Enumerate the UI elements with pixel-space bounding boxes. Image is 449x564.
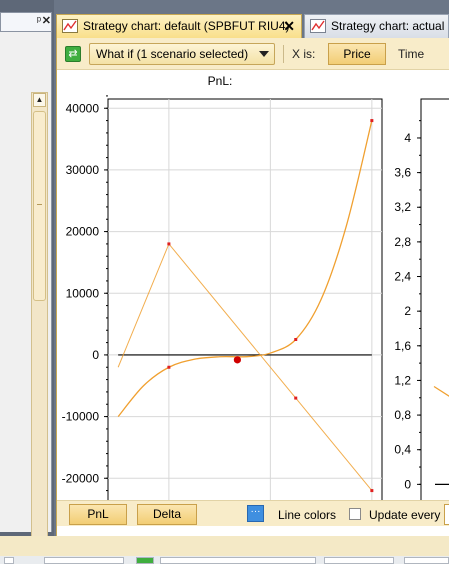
- tab-strategy-chart-actual[interactable]: Strategy chart: actual (S: [304, 14, 449, 38]
- chart-toolbar: ⇄ What if (1 scenario selected) X is: Pr…: [57, 38, 449, 70]
- y-tick-label: 20000: [66, 225, 100, 239]
- delta-button[interactable]: Delta: [137, 504, 197, 525]
- data-point-marker: [294, 338, 298, 341]
- lower-toolbar-item[interactable]: [404, 557, 449, 564]
- chart-bottom-toolbar: PnL Delta ··· Line colors Update every: [57, 500, 449, 526]
- chart-icon: [310, 19, 326, 33]
- update-interval-input[interactable]: [444, 504, 449, 525]
- toolbar-divider: [283, 45, 284, 63]
- y-tick-label: 1,6: [394, 339, 411, 353]
- data-point-marker: [294, 396, 298, 400]
- lower-refresh-icon[interactable]: [136, 557, 154, 564]
- refresh-icon[interactable]: ⇄: [65, 46, 81, 62]
- y-tick-label: 10000: [66, 286, 100, 300]
- chart-icon: [62, 19, 78, 33]
- data-point-marker: [370, 119, 374, 123]
- price-button[interactable]: Price: [328, 43, 386, 65]
- y-tick-label: 2,8: [394, 235, 411, 249]
- y-tick-label: 0,4: [394, 443, 411, 457]
- delta-plot-frame: [420, 98, 449, 500]
- y-tick-label: 4: [404, 131, 411, 145]
- chevron-down-icon: [259, 51, 269, 57]
- left-panel-header: ᵖ ✕: [0, 12, 52, 32]
- y-tick-label: 0: [92, 348, 99, 362]
- y-tick-label: 0: [404, 477, 411, 491]
- lower-toolbar-item[interactable]: [44, 557, 124, 564]
- lower-toolbar-item[interactable]: [4, 557, 14, 564]
- y-tick-label: 30000: [66, 163, 100, 177]
- chart-area: PnL: 40000 30000 20000 10000 0 -10000 -20000 1…: [62, 74, 449, 500]
- time-button[interactable]: Time: [398, 47, 424, 61]
- y-tick-label: 40000: [66, 101, 100, 115]
- data-point-marker: [167, 365, 171, 369]
- y-tick-label: 0,8: [394, 408, 411, 422]
- scenario-select[interactable]: What if (1 scenario selected): [89, 43, 275, 65]
- update-every-checkbox[interactable]: [349, 508, 361, 520]
- vertical-scrollbar[interactable]: ▲ ▼: [31, 92, 48, 562]
- y-tick-label: 3,6: [394, 166, 411, 180]
- scenario-select-value: What if (1 scenario selected): [96, 47, 249, 61]
- thumb-grip-icon: [37, 204, 42, 205]
- lower-toolbar-item[interactable]: [324, 557, 394, 564]
- current-price-dot: [233, 356, 241, 364]
- chart-title: PnL:: [208, 74, 233, 88]
- tab-close-icon[interactable]: ✕: [283, 15, 295, 37]
- scroll-up-arrow-icon[interactable]: ▲: [33, 93, 46, 107]
- pin-icon[interactable]: ᵖ: [37, 15, 41, 27]
- more-options-icon[interactable]: ···: [247, 505, 264, 522]
- update-every-label: Update every: [369, 508, 441, 522]
- line-colors-label[interactable]: Line colors: [278, 508, 336, 522]
- scroll-thumb[interactable]: [33, 111, 46, 301]
- y-tick-label: 3,2: [394, 200, 411, 214]
- strategy-chart-panel: ⇄ What if (1 scenario selected) X is: Pr…: [56, 38, 449, 536]
- close-icon[interactable]: ✕: [42, 14, 51, 27]
- data-point-marker: [370, 489, 374, 493]
- tab-label: Strategy chart: default (SPBFUT RIU4): [83, 19, 290, 33]
- y-tick-label: 2: [404, 304, 411, 318]
- left-panel-body: ▲ ▼: [0, 32, 52, 562]
- x-axis-label: X is:: [292, 47, 316, 61]
- tab-strategy-chart-default[interactable]: Strategy chart: default (SPBFUT RIU4) ✕: [56, 14, 302, 38]
- pnl-y-axis: 40000 30000 20000 10000 0 -10000 -20000: [62, 95, 108, 492]
- y-tick-label: -10000: [62, 410, 100, 424]
- data-point-marker: [167, 242, 171, 246]
- delta-y-axis: 4 3,6 3,2 2,8 2,4 2 1,6 1,2 0,8 0,4 0: [394, 120, 421, 491]
- tab-label: Strategy chart: actual (S: [331, 19, 449, 33]
- left-docked-panel: ᵖ ✕ ▲ ▼: [0, 0, 54, 562]
- y-tick-label: 2,4: [394, 270, 411, 284]
- pnl-button[interactable]: PnL: [69, 504, 127, 525]
- pnl-plot-frame: [107, 98, 383, 500]
- lower-toolbar-item[interactable]: [160, 557, 316, 564]
- y-tick-label: -20000: [62, 471, 100, 485]
- y-tick-label: 1,2: [394, 373, 411, 387]
